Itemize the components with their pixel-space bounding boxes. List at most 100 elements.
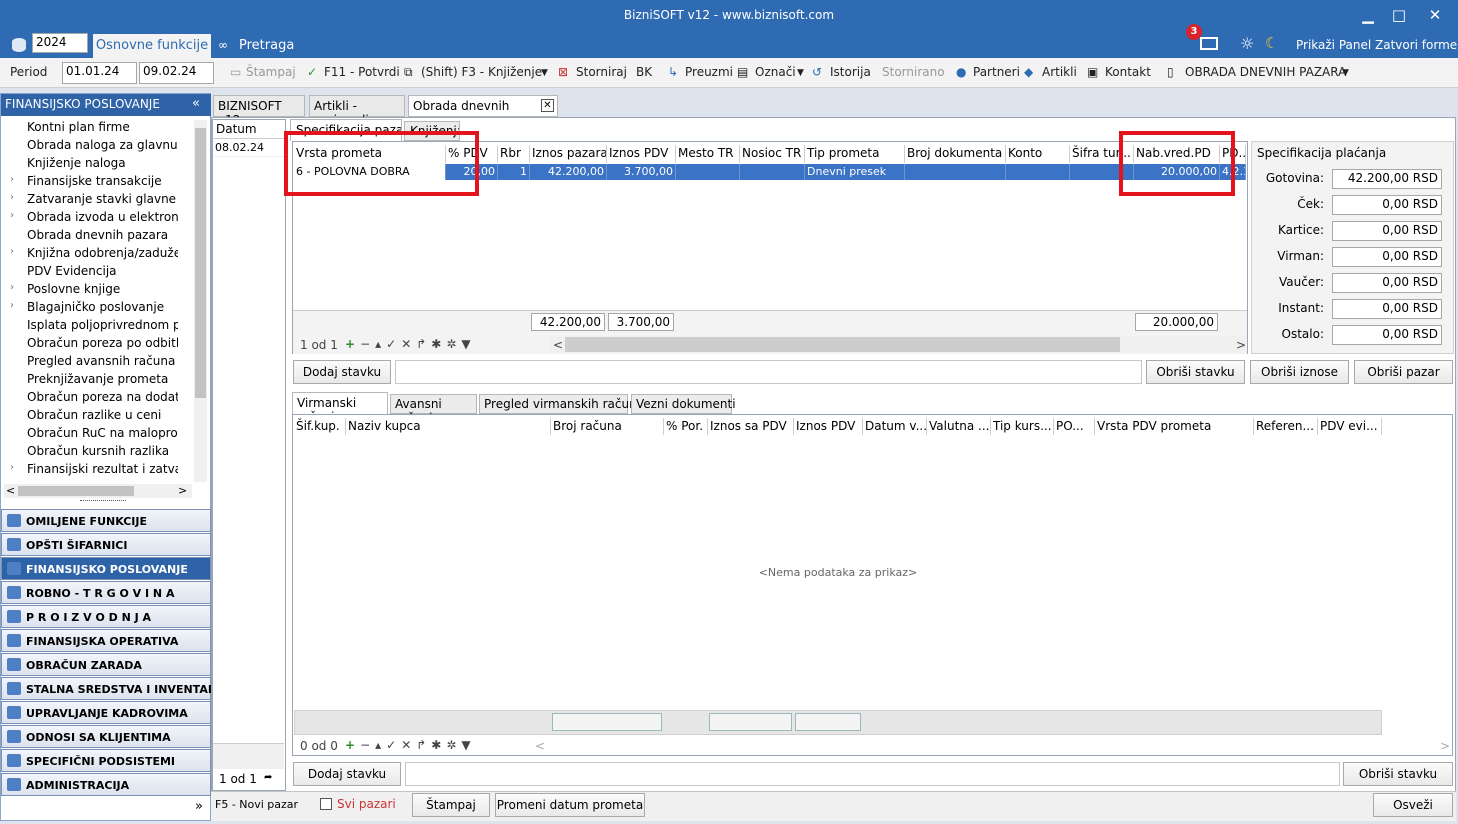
payment-input[interactable]: 0,00 RSD	[1332, 273, 1442, 293]
spec-col-header[interactable]: Nosioc TR	[740, 145, 805, 163]
sidebar-item[interactable]: Obračun RuC na maloprodaji	[10, 425, 178, 443]
scroll-left-icon[interactable]: <	[553, 338, 563, 352]
form-name-button[interactable]: OBRADA DNEVNIH PAZARA	[1185, 65, 1346, 79]
sidebar-item[interactable]: PDV Evidencija	[10, 263, 178, 281]
vir-col-header[interactable]: Broj računa	[551, 418, 664, 435]
chevron-down-icon[interactable]: ▼	[1342, 68, 1349, 78]
sun-icon[interactable]: ☼	[1240, 34, 1254, 53]
sidebar-item[interactable]: Obračun poreza na dodatu v	[10, 389, 178, 407]
articles-button[interactable]: Artikli	[1042, 65, 1077, 79]
add-item-button[interactable]: Dodaj stavku	[293, 360, 391, 384]
all-sales-checkbox[interactable]	[320, 798, 332, 810]
delete-item-button[interactable]: Obriši stavku	[1146, 360, 1245, 384]
print-button[interactable]: Štampaj	[246, 65, 296, 79]
sidebar-item[interactable]: › Obrada izvoda u elektronsko	[10, 209, 178, 227]
spec-cell[interactable]	[740, 164, 805, 180]
spec-col-header[interactable]: Iznos PDV	[607, 145, 676, 163]
scroll-left-icon[interactable]: <	[6, 484, 15, 497]
scroll-left-icon[interactable]: <	[535, 739, 545, 753]
close-tab-icon[interactable]: ✕	[541, 99, 554, 112]
partners-button[interactable]: Partneri	[973, 65, 1020, 79]
spec-cell[interactable]: 3.700,00	[607, 164, 676, 180]
payment-input[interactable]: 0,00 RSD	[1332, 221, 1442, 241]
post-button[interactable]: (Shift) F3 - Knjiženje	[421, 65, 542, 79]
vir-col-header[interactable]: Datum v...	[863, 418, 927, 435]
spec-col-header[interactable]: Iznos pazara	[530, 145, 607, 163]
category-7[interactable]: STALNA SREDSTVA I INVENTAR	[1, 677, 216, 700]
chevron-down-icon[interactable]: ▼	[541, 68, 548, 78]
spec-cell[interactable]: 42.200,00	[530, 164, 607, 180]
delete-item-lower-button[interactable]: Obriši stavku	[1343, 762, 1453, 786]
tree-scrollbar[interactable]	[194, 120, 207, 482]
category-0[interactable]: OMILJENE FUNKCIJE	[1, 509, 211, 532]
tab-virmanski-racuni[interactable]: Virmanski računi	[292, 392, 388, 424]
category-1[interactable]: OPŠTI ŠIFARNICI	[1, 533, 211, 556]
payment-input[interactable]: 0,00 RSD	[1332, 299, 1442, 319]
sidebar-item[interactable]: Pregled avansnih računa	[10, 353, 178, 371]
scroll-right-icon[interactable]: >	[1236, 338, 1246, 352]
vir-col-header[interactable]: Valutna ...	[927, 418, 991, 435]
mail-icon[interactable]	[1200, 37, 1218, 50]
vir-col-header[interactable]: PO...	[1054, 418, 1095, 435]
expand-chevron-icon[interactable]: ›	[10, 174, 14, 185]
spec-cell[interactable]	[676, 164, 740, 180]
delete-amounts-button[interactable]: Obriši iznose	[1250, 360, 1349, 384]
spec-cell[interactable]: 1	[498, 164, 530, 180]
print-status-button[interactable]: Štampaj	[412, 793, 490, 817]
spec-cell[interactable]	[905, 164, 1006, 180]
sidebar-item[interactable]: Obračun kursnih razlika	[10, 443, 178, 461]
spec-col-header[interactable]: Rbr	[498, 145, 530, 163]
category-5[interactable]: FINANSIJSKA OPERATIVA	[1, 629, 211, 652]
tab-avansni-racuni[interactable]: Avansni računi	[390, 394, 477, 425]
category-10[interactable]: SPECIFIČNI PODSISTEMI	[1, 749, 211, 772]
chevron-down-icon[interactable]: ▼	[797, 68, 804, 78]
collapse-sidebar-button[interactable]: «	[192, 96, 200, 111]
spec-hscrollbar[interactable]	[550, 336, 1246, 353]
vir-col-header[interactable]: Naziv kupca	[346, 418, 551, 435]
close-forms-button[interactable]: Zatvori forme	[1375, 38, 1457, 52]
tab-obrada-dnevnih-pazara[interactable]: Obrada dnevnih pazara	[408, 95, 558, 127]
vir-col-header[interactable]: Tip kurs...	[991, 418, 1054, 435]
category-9[interactable]: ODNOSI SA KLIJENTIMA	[1, 725, 211, 748]
category-2[interactable]: FINANSIJSKO POSLOVANJE	[1, 557, 211, 580]
history-button[interactable]: Istorija	[830, 65, 871, 79]
vir-col-header[interactable]: Vrsta PDV prometa	[1095, 418, 1254, 435]
tab-vezni-dokumenti[interactable]: Vezni dokumenti	[631, 394, 736, 414]
vir-col-header[interactable]: PDV evi...	[1318, 418, 1382, 435]
payment-input[interactable]: 42.200,00 RSD	[1332, 169, 1442, 189]
vir-col-header[interactable]: Iznos sa PDV	[708, 418, 794, 435]
spec-col-header[interactable]: Mesto TR	[676, 145, 740, 163]
vir-nav-buttons[interactable]: +−▴✓✕↱✱✲▼	[345, 738, 476, 752]
splitter[interactable]	[80, 500, 126, 504]
sidebar-item[interactable]: › Knjižna odobrenja/zaduženja	[10, 245, 178, 263]
sidebar-item[interactable]: Isplata poljoprivrednom proiz	[10, 317, 178, 335]
spec-col-header[interactable]: Konto	[1006, 145, 1070, 163]
expand-chevron-icon[interactable]: ›	[10, 210, 14, 221]
expand-chevron-icon[interactable]: ›	[10, 246, 14, 257]
sidebar-item[interactable]: Obračun razlike u ceni	[10, 407, 178, 425]
tree-hscrollbar[interactable]	[4, 484, 192, 498]
sidebar-item[interactable]: › Blagajničko poslovanje	[10, 299, 178, 317]
category-4[interactable]: P R O I Z V O D N J A	[1, 605, 211, 628]
sidebar-item[interactable]: Obrada naloga za glavnu knj	[10, 137, 178, 155]
cancelled-button[interactable]: Stornirano	[882, 65, 945, 79]
year-select[interactable]: 2024	[32, 33, 88, 53]
vir-col-header[interactable]: % Por.	[664, 418, 708, 435]
more-button[interactable]: »	[195, 799, 203, 814]
sidebar-item[interactable]: › Finansijski rezultat i zatvarar	[10, 461, 178, 479]
show-panel-button[interactable]: Prikaži Panel	[1296, 38, 1371, 52]
vir-col-header[interactable]: Referen...	[1254, 418, 1318, 435]
payment-input[interactable]: 0,00 RSD	[1332, 195, 1442, 215]
spec-col-header[interactable]: Broj dokumenta	[905, 145, 1006, 163]
change-date-button[interactable]: Promeni datum prometa	[495, 793, 645, 817]
tab-biznisoft[interactable]: BIZNISOFT v12	[213, 95, 305, 127]
expand-chevron-icon[interactable]: ›	[10, 282, 14, 293]
payment-input[interactable]: 0,00 RSD	[1332, 247, 1442, 267]
tab-osnovne-funkcije[interactable]: Osnovne funkcije	[93, 34, 211, 58]
category-6[interactable]: OBRAČUN ZARADA	[1, 653, 211, 676]
sidebar-item[interactable]: › Finansijske transakcije	[10, 173, 178, 191]
expand-chevron-icon[interactable]: ›	[10, 462, 14, 473]
add-item-lower-button[interactable]: Dodaj stavku	[293, 762, 401, 786]
expand-chevron-icon[interactable]: ›	[10, 300, 14, 311]
scroll-right-icon[interactable]: >	[1440, 739, 1450, 753]
